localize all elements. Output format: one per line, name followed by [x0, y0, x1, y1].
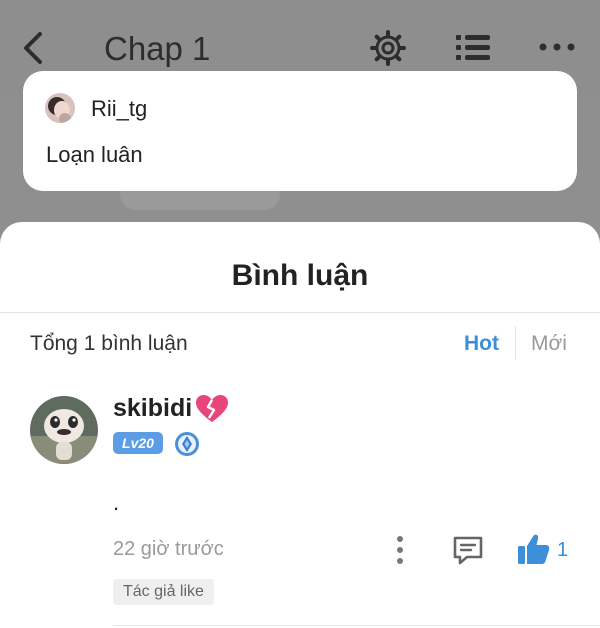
kebab-menu-icon[interactable] [390, 533, 410, 567]
tab-separator [515, 326, 516, 360]
reply-icon[interactable] [452, 535, 484, 565]
popup-comment-text: Loạn luân [46, 142, 143, 167]
chapter-list-icon[interactable] [456, 32, 490, 64]
broken-heart-icon [196, 395, 228, 422]
popup-username: Rii_tg [91, 96, 148, 121]
popup-comment-card[interactable]: Rii_tg Loạn luân [23, 71, 577, 191]
avatar [45, 93, 75, 123]
divider [113, 625, 600, 626]
author-like-tag: Tác giả like [113, 579, 214, 605]
comments-sheet: Bình luận Tổng 1 bình luận Hot Mới skibi… [0, 222, 600, 628]
gear-icon[interactable] [370, 30, 406, 66]
level-badge: Lv20 [113, 432, 163, 454]
comment-total: Tổng 1 bình luận [30, 332, 188, 355]
comment-text: . [113, 490, 120, 515]
tab-new[interactable]: Mới [531, 332, 567, 356]
chapter-title: Chap 1 [104, 30, 211, 67]
sheet-title: Bình luận [231, 259, 369, 292]
avatar[interactable] [30, 396, 98, 464]
tab-hot[interactable]: Hot [464, 332, 499, 356]
diamond-badge-icon [175, 432, 199, 456]
divider [0, 312, 600, 313]
more-icon[interactable] [538, 40, 576, 54]
thumbs-up-icon[interactable] [517, 532, 551, 566]
back-icon[interactable] [18, 28, 48, 68]
comment-timestamp: 22 giờ trước [113, 538, 224, 560]
comment-username[interactable]: skibidi [113, 394, 192, 423]
like-count: 1 [557, 539, 569, 561]
